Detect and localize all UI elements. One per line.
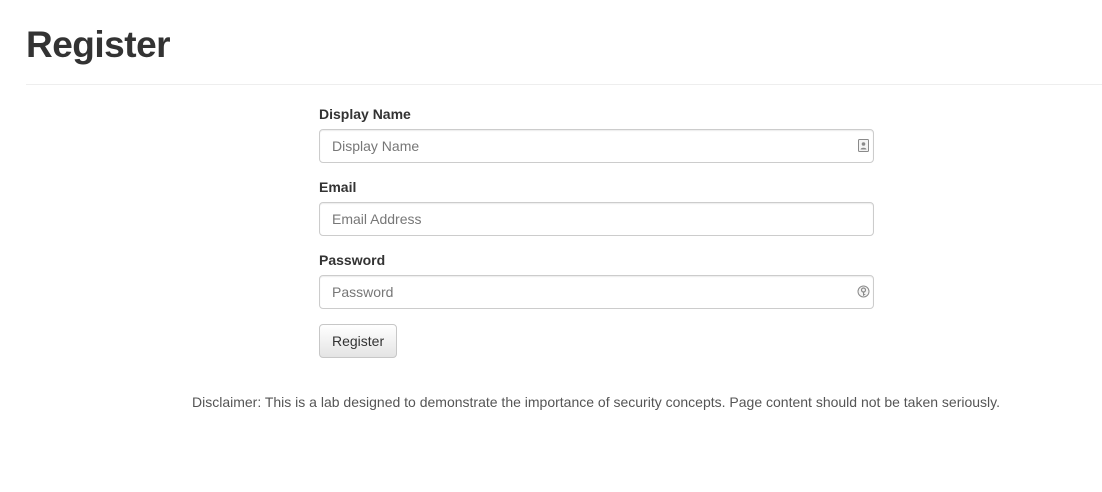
password-group: Password	[319, 250, 874, 309]
contact-card-icon[interactable]	[857, 139, 870, 152]
display-name-input[interactable]	[319, 129, 874, 163]
password-label: Password	[319, 252, 386, 268]
email-wrapper	[319, 202, 874, 236]
email-group: Email	[319, 177, 874, 236]
display-name-group: Display Name	[319, 104, 874, 163]
display-name-wrapper	[319, 129, 874, 163]
display-name-label: Display Name	[319, 106, 411, 122]
page-title: Register	[26, 24, 171, 65]
password-input[interactable]	[319, 275, 874, 309]
email-label: Email	[319, 179, 357, 195]
register-form: Display Name Email Password	[319, 104, 874, 358]
register-button[interactable]: Register	[319, 324, 398, 358]
password-wrapper	[319, 275, 874, 309]
register-page: Register Display Name Email	[0, 0, 1102, 492]
password-key-icon[interactable]	[857, 285, 870, 298]
page-header: Register	[26, 0, 1102, 85]
email-input[interactable]	[319, 202, 874, 236]
disclaimer-text: Disclaimer: This is a lab designed to de…	[191, 394, 1001, 410]
